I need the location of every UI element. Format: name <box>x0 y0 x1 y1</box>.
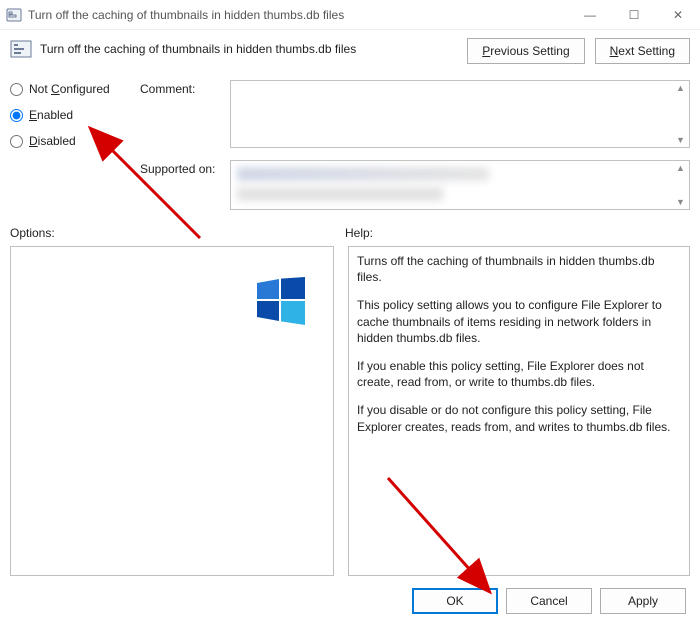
windows-logo-icon <box>257 277 305 325</box>
scroll-down-icon[interactable]: ▼ <box>676 197 685 207</box>
radio-enabled-input[interactable] <box>10 109 23 122</box>
options-label: Options: <box>10 226 345 240</box>
policy-icon <box>10 38 32 60</box>
next-setting-button[interactable]: Next Setting <box>595 38 690 64</box>
window-title: Turn off the caching of thumbnails in hi… <box>28 8 344 22</box>
dialog-content: Turn off the caching of thumbnails in hi… <box>0 30 700 622</box>
supported-scrollbar[interactable]: ▲ ▼ <box>672 161 689 209</box>
scroll-up-icon[interactable]: ▲ <box>676 163 685 173</box>
titlebar: Turn off the caching of thumbnails in hi… <box>0 0 700 30</box>
help-paragraph: If you enable this policy setting, File … <box>357 358 681 390</box>
scroll-down-icon[interactable]: ▼ <box>676 135 685 145</box>
window-controls: — ☐ ✕ <box>568 0 700 30</box>
supported-on-text <box>237 187 443 201</box>
radio-not-configured[interactable]: Not Configured <box>10 82 140 96</box>
scroll-up-icon[interactable]: ▲ <box>676 83 685 93</box>
cancel-button[interactable]: Cancel <box>506 588 592 614</box>
comment-label: Comment: <box>140 80 224 96</box>
ok-button[interactable]: OK <box>412 588 498 614</box>
apply-button[interactable]: Apply <box>600 588 686 614</box>
radio-enabled[interactable]: Enabled <box>10 108 140 122</box>
help-pane: Turns off the caching of thumbnails in h… <box>348 246 690 576</box>
comment-textarea[interactable]: ▲ ▼ <box>230 80 690 148</box>
header-row: Turn off the caching of thumbnails in hi… <box>10 38 690 64</box>
radio-disabled-input[interactable] <box>10 135 23 148</box>
comment-scrollbar[interactable]: ▲ ▼ <box>672 81 689 147</box>
maximize-button[interactable]: ☐ <box>612 0 656 30</box>
pane-labels: Options: Help: <box>10 226 690 240</box>
radio-disabled[interactable]: Disabled <box>10 134 140 148</box>
state-radiogroup: Not Configured Enabled Disabled <box>10 80 140 210</box>
help-label: Help: <box>345 226 373 240</box>
previous-setting-button[interactable]: Previous Setting <box>467 38 584 64</box>
options-pane <box>10 246 334 576</box>
minimize-button[interactable]: — <box>568 0 612 30</box>
supported-on-box: ▲ ▼ <box>230 160 690 210</box>
help-paragraph: Turns off the caching of thumbnails in h… <box>357 253 681 285</box>
radio-not-configured-input[interactable] <box>10 83 23 96</box>
policy-title: Turn off the caching of thumbnails in hi… <box>40 42 356 56</box>
help-paragraph: If you disable or do not configure this … <box>357 402 681 434</box>
supported-label: Supported on: <box>140 160 224 176</box>
dialog-footer: OK Cancel Apply <box>10 588 690 614</box>
config-row: Not Configured Enabled Disabled Comment:… <box>10 80 690 210</box>
policy-icon <box>6 7 22 23</box>
close-button[interactable]: ✕ <box>656 0 700 30</box>
supported-on-text <box>237 167 489 181</box>
panes: Turns off the caching of thumbnails in h… <box>10 246 690 576</box>
help-paragraph: This policy setting allows you to config… <box>357 297 681 346</box>
